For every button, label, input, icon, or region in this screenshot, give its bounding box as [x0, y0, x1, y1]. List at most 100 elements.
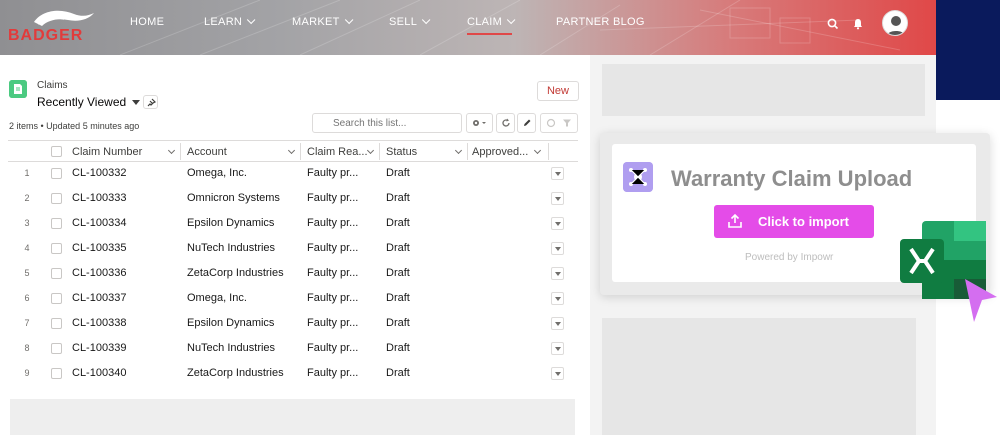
nav-claim[interactable]: CLAIM: [467, 15, 516, 35]
nav-learn[interactable]: LEARN: [204, 15, 256, 28]
row-number: 1: [24, 168, 30, 178]
powered-by-text: Powered by Impowr: [745, 252, 834, 263]
column-header-claim-reason[interactable]: Claim Rea...: [307, 146, 368, 158]
new-button[interactable]: New: [537, 81, 579, 101]
column-header-approved[interactable]: Approved...: [472, 146, 528, 158]
chart-filter-buttons[interactable]: [540, 113, 578, 133]
row-checkbox[interactable]: [51, 218, 62, 229]
row-checkbox[interactable]: [51, 368, 62, 379]
claim-number-link[interactable]: CL-100332: [72, 167, 126, 179]
claim-reason-cell: Faulty pr...: [307, 167, 359, 179]
search-list-input[interactable]: [312, 113, 462, 133]
claim-number-link[interactable]: CL-100339: [72, 342, 126, 354]
bell-icon[interactable]: [851, 17, 865, 31]
row-checkbox[interactable]: [51, 168, 62, 179]
impowr-logo-icon: [623, 162, 653, 192]
row-actions-button[interactable]: [551, 217, 564, 230]
upload-widget-title: Warranty Claim Upload: [671, 166, 913, 191]
table-row[interactable]: 6 CL-100337 Omega, Inc. Faulty pr... Draft: [8, 287, 578, 312]
row-actions-button[interactable]: [551, 342, 564, 355]
row-actions-button[interactable]: [551, 167, 564, 180]
edit-button[interactable]: [517, 113, 536, 133]
pin-icon: [147, 98, 157, 107]
table-header: Claim Number Account Claim Rea... Status…: [8, 140, 578, 162]
row-checkbox[interactable]: [51, 293, 62, 304]
status-cell: Draft: [386, 292, 410, 304]
claim-reason-cell: Faulty pr...: [307, 267, 359, 279]
row-checkbox[interactable]: [51, 343, 62, 354]
claim-number-link[interactable]: CL-100337: [72, 292, 126, 304]
account-link[interactable]: NuTech Industries: [187, 242, 275, 254]
row-number: 9: [24, 368, 30, 378]
row-checkbox[interactable]: [51, 268, 62, 279]
row-checkbox[interactable]: [51, 318, 62, 329]
table-row[interactable]: 9 CL-100340 ZetaCorp Industries Faulty pr..…: [8, 362, 578, 387]
claim-number-link[interactable]: CL-100336: [72, 267, 126, 279]
row-actions-button[interactable]: [551, 242, 564, 255]
account-link[interactable]: Omnicron Systems: [187, 192, 280, 204]
row-actions-button[interactable]: [551, 267, 564, 280]
status-cell: Draft: [386, 192, 410, 204]
table-row[interactable]: 8 CL-100339 NuTech Industries Faulty pr... D…: [8, 337, 578, 362]
chevron-down-icon[interactable]: [533, 146, 542, 155]
column-divider: [548, 143, 549, 160]
nav-sell[interactable]: SELL: [389, 15, 431, 28]
row-actions-button[interactable]: [551, 292, 564, 305]
column-divider: [467, 143, 468, 160]
claim-number-link[interactable]: CL-100333: [72, 192, 126, 204]
pencil-icon: [523, 119, 530, 126]
account-link[interactable]: NuTech Industries: [187, 342, 275, 354]
search-icon[interactable]: [826, 17, 840, 31]
chevron-down-icon[interactable]: [287, 146, 296, 155]
list-meta: 2 items • Updated 5 minutes ago: [9, 121, 140, 131]
account-link[interactable]: Epsilon Dynamics: [187, 317, 274, 329]
click-to-import-button[interactable]: Click to import: [714, 205, 874, 238]
column-header-status[interactable]: Status: [386, 146, 417, 158]
table-row[interactable]: 3 CL-100334 Epsilon Dynamics Faulty pr... Dr…: [8, 212, 578, 237]
row-actions-button[interactable]: [551, 367, 564, 380]
row-number: 2: [24, 193, 30, 203]
select-all-checkbox[interactable]: [51, 146, 62, 157]
table-row[interactable]: 5 CL-100336 ZetaCorp Industries Faulty pr..…: [8, 262, 578, 287]
account-link[interactable]: Omega, Inc.: [187, 167, 247, 179]
list-view-selector[interactable]: Recently Viewed: [37, 95, 141, 109]
claim-reason-cell: Faulty pr...: [307, 192, 359, 204]
claim-number-link[interactable]: CL-100335: [72, 242, 126, 254]
row-number: 8: [24, 343, 30, 353]
chevron-down-icon[interactable]: [366, 146, 375, 155]
nav-market[interactable]: MARKET: [292, 15, 354, 28]
status-cell: Draft: [386, 367, 410, 379]
chevron-down-icon[interactable]: [454, 146, 463, 155]
table-row[interactable]: 1 CL-100332 Omega, Inc. Faulty pr... Draft: [8, 162, 578, 187]
row-actions-button[interactable]: [551, 192, 564, 205]
pin-button[interactable]: [143, 95, 158, 109]
nav-home[interactable]: HOME: [130, 16, 164, 28]
account-link[interactable]: ZetaCorp Industries: [187, 267, 284, 279]
claims-object-icon: [9, 80, 27, 98]
row-actions-button[interactable]: [551, 317, 564, 330]
placeholder-panel: [602, 318, 916, 435]
row-checkbox[interactable]: [51, 193, 62, 204]
account-link[interactable]: ZetaCorp Industries: [187, 367, 284, 379]
column-header-claim-number[interactable]: Claim Number: [72, 146, 142, 158]
nav-partner-blog[interactable]: PARTNER BLOG: [556, 16, 645, 28]
upload-icon: [728, 213, 742, 228]
claim-number-link[interactable]: CL-100340: [72, 367, 126, 379]
table-row[interactable]: 7 CL-100338 Epsilon Dynamics Faulty pr... Dr…: [8, 312, 578, 337]
row-number: 6: [24, 293, 30, 303]
chevron-down-icon[interactable]: [167, 146, 176, 155]
status-cell: Draft: [386, 342, 410, 354]
account-link[interactable]: Epsilon Dynamics: [187, 217, 274, 229]
user-avatar[interactable]: [882, 10, 908, 36]
list-settings-button[interactable]: [466, 113, 493, 133]
table-row[interactable]: 2 CL-100333 Omnicron Systems Faulty pr... Dr…: [8, 187, 578, 212]
claim-number-link[interactable]: CL-100338: [72, 317, 126, 329]
refresh-button[interactable]: [496, 113, 515, 133]
column-header-account[interactable]: Account: [187, 146, 227, 158]
account-link[interactable]: Omega, Inc.: [187, 292, 247, 304]
background-shape: [936, 0, 1000, 100]
object-label: Claims: [37, 80, 68, 91]
row-checkbox[interactable]: [51, 243, 62, 254]
claim-number-link[interactable]: CL-100334: [72, 217, 126, 229]
table-row[interactable]: 4 CL-100335 NuTech Industries Faulty pr... D…: [8, 237, 578, 262]
